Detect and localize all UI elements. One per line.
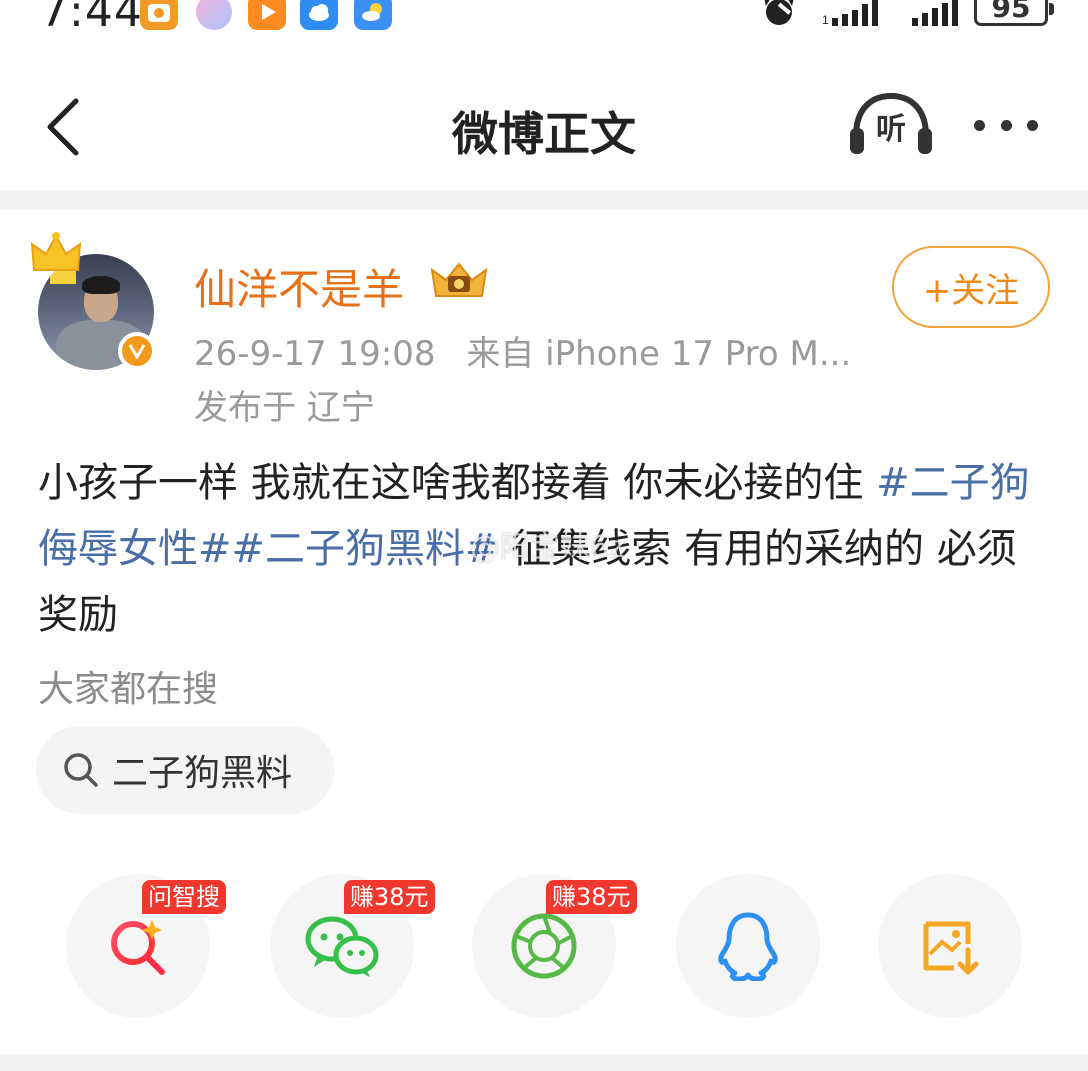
alarm-icon: [764, 0, 794, 25]
share-row: 问智搜 赚38元 赚38元: [0, 874, 1088, 1024]
qq-icon: [718, 912, 778, 981]
save-image-share-button[interactable]: [878, 874, 1022, 1018]
crown-icon: [30, 232, 82, 271]
cloud-icon: [300, 0, 338, 30]
assistant-icon: [196, 0, 232, 30]
dot-icon: [1027, 119, 1038, 131]
section-divider: [0, 190, 1088, 210]
status-time: 7:44: [40, 0, 143, 37]
avatar-container[interactable]: [30, 232, 160, 372]
post-date: 26-9-17 19:08: [194, 334, 436, 374]
ai-search-badge: 问智搜: [142, 880, 226, 914]
post-location: 发布于 辽宁: [194, 388, 375, 428]
weather-icon: [354, 0, 392, 30]
svg-text:1: 1: [822, 13, 829, 26]
listen-label: 听: [876, 112, 906, 147]
follow-button[interactable]: +关注: [892, 246, 1050, 328]
signal-icon: 1: [822, 0, 878, 26]
dot-icon: [1000, 119, 1012, 131]
signal-icon-2: [912, 0, 958, 26]
nav-bar: 微博正文 听: [0, 60, 1088, 190]
moments-reward-badge: 赚38元: [546, 880, 637, 914]
username[interactable]: 仙洋不是羊: [194, 256, 404, 317]
battery-indicator: 95: [974, 0, 1054, 26]
video-icon: [248, 0, 286, 30]
watermark: @阳宝妹6z: [470, 530, 625, 565]
post-source: 来自 iPhone 17 Pro M...: [466, 334, 852, 374]
trending-search-label: 大家都在搜: [38, 669, 219, 710]
ai-search-icon: [111, 920, 165, 975]
verified-badge-icon: [118, 332, 156, 370]
dot-icon: [974, 119, 985, 131]
save-image-icon: [923, 921, 979, 975]
wechat-icon: [305, 916, 379, 977]
search-icon: [64, 753, 98, 787]
listen-button[interactable]: 听: [846, 90, 936, 160]
wechat-reward-badge: 赚38元: [344, 880, 435, 914]
search-suggestion-text: 二子狗黑料: [112, 753, 293, 794]
moments-icon: [511, 913, 577, 979]
section-divider-bottom: [0, 1054, 1088, 1071]
hashtag-link[interactable]: #二子狗黑料#: [232, 526, 499, 572]
post-meta: 26-9-17 19:08 来自 iPhone 17 Pro M...: [194, 326, 851, 375]
wallet-icon: [140, 0, 178, 30]
search-suggestion-chip[interactable]: 二子狗黑料: [36, 726, 334, 814]
more-options-button[interactable]: [966, 100, 1046, 150]
post-text-intro: 小孩子一样 我就在这啥我都接着 你未必接的住: [38, 460, 877, 506]
vip-crown-badge-icon: [430, 262, 488, 297]
qq-share-button[interactable]: [676, 874, 820, 1018]
status-bar: 7:44 1 95: [0, 0, 1088, 40]
